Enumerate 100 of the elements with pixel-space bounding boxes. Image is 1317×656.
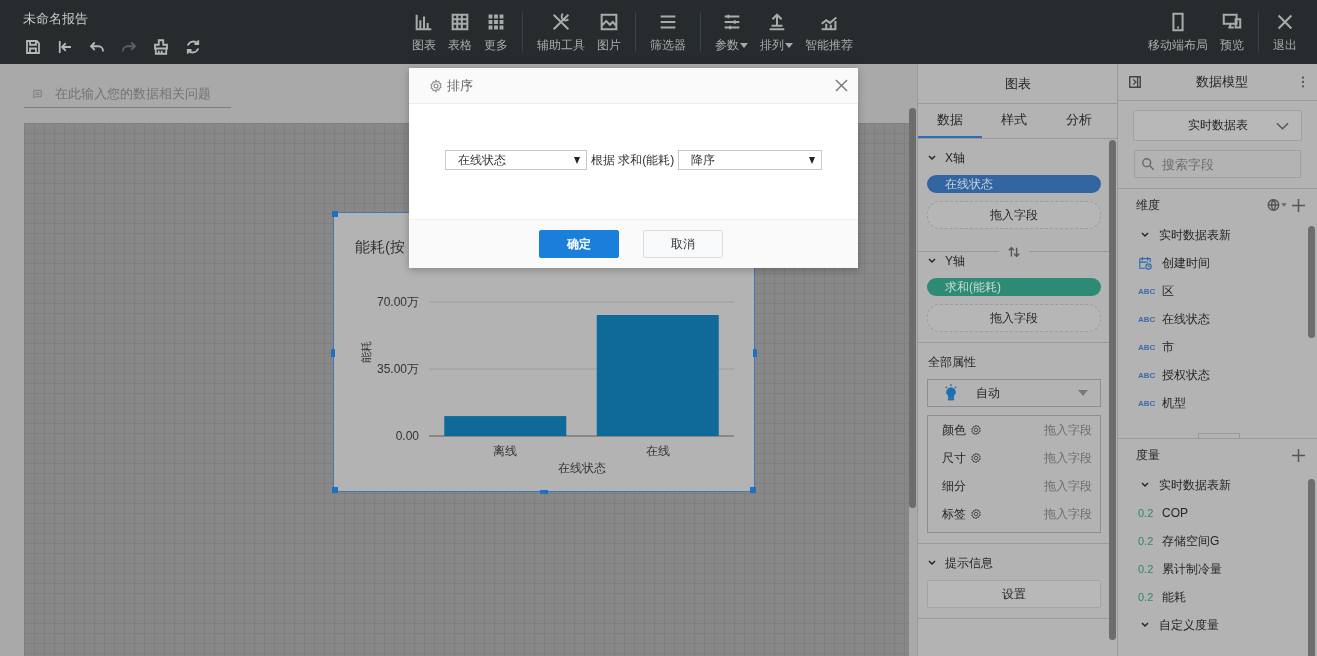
field-item[interactable]: 授权状态 — [1162, 366, 1210, 384]
settings-icon[interactable] — [970, 424, 982, 436]
save-button[interactable] — [23, 37, 43, 57]
calendar-icon — [1138, 256, 1152, 270]
field-item[interactable]: 在线状态 — [1162, 310, 1210, 328]
toolbar-button[interactable]: 图表 — [406, 10, 442, 54]
property-label: 细分 — [942, 477, 966, 495]
toolbar-button[interactable]: 退出 — [1267, 10, 1303, 54]
chevron-down-icon — [1276, 121, 1289, 130]
tab[interactable]: 数据 — [918, 104, 983, 138]
field-item[interactable]: 创建时间 — [1162, 254, 1210, 272]
x-tick-label: 离线 — [493, 444, 518, 458]
tools-icon — [550, 10, 572, 33]
field-item[interactable]: 机型 — [1162, 394, 1186, 412]
order-select[interactable]: 降序 — [678, 150, 823, 170]
chevron-icon[interactable] — [1140, 620, 1150, 630]
globe-icon[interactable] — [1266, 198, 1288, 212]
type-label: ABC — [1138, 286, 1156, 296]
dialog-title: 排序 — [447, 76, 473, 95]
search-field[interactable]: 搜索字段 — [1134, 150, 1301, 178]
type-label: 0.2 — [1138, 507, 1154, 519]
table-group[interactable]: 实时数据表新 — [1159, 226, 1231, 244]
field-item[interactable]: COP — [1162, 506, 1188, 520]
section-title: 全部属性 — [928, 353, 976, 371]
y-tick-label: 70.00万 — [376, 295, 419, 309]
toolbar-button[interactable]: 移动端布局 — [1142, 10, 1214, 54]
field-select[interactable]: 在线状态 — [444, 150, 587, 170]
settings-icon — [429, 78, 443, 93]
settings-button[interactable]: 设置 — [927, 580, 1101, 608]
cancel-button[interactable]: 取消 — [642, 230, 723, 258]
property-label: 标签 — [942, 505, 966, 523]
report-title: 未命名报告 — [23, 10, 89, 28]
more-icon[interactable] — [1301, 75, 1305, 89]
refresh-icon — [184, 38, 202, 56]
chevron-icon[interactable] — [927, 558, 937, 568]
settings-icon[interactable] — [970, 508, 982, 520]
toolbar-button[interactable]: 排列 — [754, 10, 799, 54]
x-tick-label: 在线 — [645, 444, 670, 458]
x-axis-title: 在线状态 — [557, 461, 606, 475]
type-label: 0.2 — [1138, 563, 1154, 575]
scrollbar[interactable] — [1308, 479, 1315, 656]
mark-type-select[interactable]: 自动 — [927, 379, 1101, 407]
scrollbar[interactable] — [1109, 140, 1116, 640]
toolbar-button[interactable]: 更多 — [478, 10, 514, 54]
add-icon[interactable] — [1292, 448, 1305, 462]
y-axis-title: 能耗 — [360, 341, 372, 363]
toolbar-button[interactable]: 图片 — [591, 10, 627, 54]
toolbar-button[interactable]: 智能推荐 — [799, 10, 859, 54]
close-icon[interactable] — [835, 79, 848, 92]
type-label: 0.2 — [1138, 535, 1154, 547]
add-icon[interactable] — [1292, 198, 1305, 212]
property-label: 尺寸 — [942, 449, 966, 467]
toolbar-button[interactable]: 参数 — [709, 10, 754, 54]
field-item[interactable]: 市 — [1162, 338, 1174, 356]
chevron-icon[interactable] — [1140, 230, 1150, 240]
panel-title: 数据模型 — [1194, 73, 1249, 91]
drop-zone[interactable]: 拖入字段 — [927, 304, 1101, 332]
sort-by-label: 根据 求和(能耗) — [590, 151, 675, 169]
save-icon — [24, 38, 42, 56]
chevron-icon[interactable] — [1140, 480, 1150, 490]
y-tick-label: 35.00万 — [376, 362, 419, 376]
scrollbar[interactable] — [909, 108, 916, 508]
settings-icon[interactable] — [970, 452, 982, 464]
chart-title: 能耗(按 — [355, 238, 405, 255]
section-title: 提示信息 — [945, 554, 993, 572]
brush-button[interactable] — [151, 37, 171, 57]
table-group[interactable]: 自定义度量 — [1159, 616, 1219, 634]
confirm-button[interactable]: 确定 — [538, 230, 619, 258]
type-label: ABC — [1138, 342, 1156, 352]
table-select[interactable]: 实时数据表 — [1133, 110, 1302, 141]
search-icon — [1141, 157, 1155, 171]
field-pill[interactable]: 在线状态 — [927, 175, 1101, 193]
field-item[interactable]: 区 — [1162, 282, 1174, 300]
toolbar-button[interactable]: 表格 — [442, 10, 478, 54]
chevron-icon[interactable] — [927, 153, 937, 163]
drop-zone[interactable]: 拖入字段 — [927, 201, 1101, 229]
chevron-icon[interactable] — [927, 256, 937, 266]
field-item[interactable]: 存储空间G — [1162, 532, 1220, 550]
panel-toggle-icon[interactable] — [1128, 75, 1142, 89]
type-label: 0.2 — [1138, 591, 1154, 603]
type-label: ABC — [1138, 314, 1156, 324]
section-title: 维度 — [1136, 196, 1160, 214]
tab[interactable]: 样式 — [982, 104, 1047, 138]
toolbar-button[interactable]: 辅助工具 — [531, 10, 591, 54]
type-label: ABC — [1138, 398, 1156, 408]
toolbar-button[interactable]: 预览 — [1214, 10, 1250, 54]
section-title: X轴 — [945, 149, 965, 167]
table-group[interactable]: 实时数据表新 — [1159, 476, 1231, 494]
scrollbar[interactable] — [1308, 226, 1315, 338]
collapse-left-icon — [56, 38, 74, 56]
section-title: Y轴 — [945, 252, 965, 270]
section-title: 度量 — [1136, 446, 1160, 464]
lightbulb-icon — [944, 384, 958, 402]
property-label: 颜色 — [942, 421, 966, 439]
brush-icon — [152, 38, 170, 56]
field-item[interactable]: 能耗 — [1162, 588, 1186, 606]
tab[interactable]: 分析 — [1046, 104, 1111, 138]
y-tick-label: 0.00 — [395, 429, 419, 443]
toolbar-button[interactable]: 筛选器 — [644, 10, 692, 54]
field-item[interactable]: 累计制冷量 — [1162, 560, 1222, 578]
